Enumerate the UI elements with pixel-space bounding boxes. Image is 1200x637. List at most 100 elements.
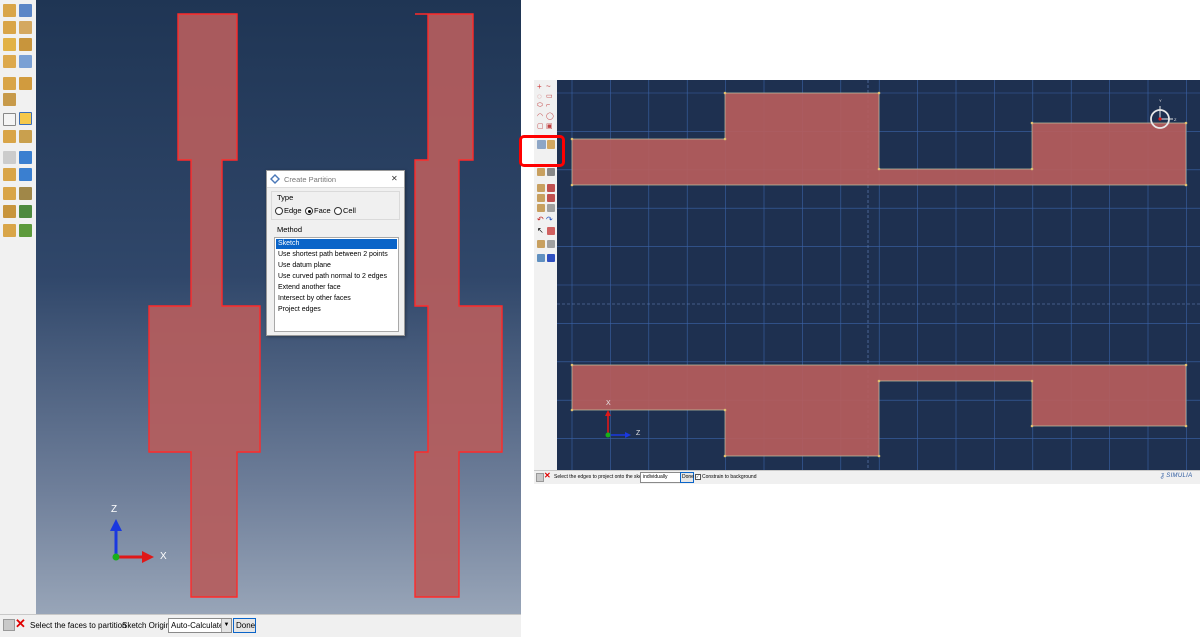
ds-logo-icon: ƺ	[1161, 473, 1165, 479]
done-button[interactable]: Done	[233, 618, 256, 633]
create-wire-icon[interactable]	[3, 38, 16, 51]
partition-cell-icon[interactable]	[3, 93, 16, 106]
sketch-manager-icon[interactable]	[547, 240, 555, 248]
sketch-done-label: Done	[682, 474, 694, 480]
left-part-face[interactable]	[148, 13, 261, 598]
parameter-icon[interactable]	[537, 204, 545, 212]
create-solid-icon[interactable]	[3, 21, 16, 34]
isolated-point-icon[interactable]: +	[537, 82, 542, 91]
face-radio[interactable]	[305, 207, 313, 215]
arc-icon[interactable]: ◌	[537, 92, 542, 101]
method-label: Method	[277, 225, 303, 234]
view-y-label: Y	[1159, 98, 1162, 103]
abaqus-logo-icon	[270, 174, 280, 184]
datum-csys-icon[interactable]	[3, 151, 16, 164]
fillet-icon[interactable]: ◠	[537, 112, 543, 120]
ellipse-icon[interactable]: ⬭	[537, 102, 543, 110]
sketch-canvas	[557, 80, 1200, 470]
method-item-extend-face[interactable]: Extend another face	[276, 283, 397, 293]
edge-radio-label[interactable]: Edge	[284, 206, 302, 215]
text-icon[interactable]: ▣	[546, 122, 553, 130]
sketch-options-icon[interactable]	[547, 204, 555, 212]
method-item-intersect-faces[interactable]: Intersect by other faces	[276, 294, 397, 304]
edit-feature-icon[interactable]	[3, 205, 16, 218]
sketch-viewport[interactable]: X Z Y Z	[557, 80, 1200, 470]
left-axis-triad	[110, 519, 154, 563]
dimension-icon[interactable]	[537, 168, 545, 176]
bottom-sketch-profile[interactable]	[571, 364, 1187, 457]
method-item-datum-plane[interactable]: Use datum plane	[276, 261, 397, 271]
constraint-icon[interactable]	[537, 184, 545, 192]
axis-triad-icon[interactable]	[19, 168, 32, 181]
line-icon[interactable]: ⌐	[546, 102, 550, 109]
partition-edge-icon[interactable]	[3, 77, 16, 90]
method-item-sketch[interactable]: Sketch	[276, 239, 397, 249]
constrain-checkbox[interactable]: ✓	[695, 474, 701, 480]
cancel-icon[interactable]: ✕	[15, 616, 26, 632]
geometry-edit-icon[interactable]	[19, 224, 32, 237]
mirror-icon[interactable]	[19, 55, 32, 68]
attachment-points-icon[interactable]	[19, 187, 32, 200]
partition-face-icon[interactable]	[19, 77, 32, 90]
method-item-curved-path[interactable]: Use curved path normal to 2 edges	[276, 272, 397, 282]
highlight-annotation-box	[519, 135, 565, 167]
sketch-origin-select[interactable]: Auto-Calculate ▼	[168, 618, 232, 633]
sketch-origin-label: Sketch Origin:	[122, 621, 173, 630]
edge-radio[interactable]	[275, 207, 283, 215]
method-list[interactable]: Sketch Use shortest path between 2 point…	[274, 237, 399, 332]
cell-radio-label[interactable]: Cell	[343, 206, 356, 215]
close-icon[interactable]: ✕	[391, 174, 398, 183]
simulia-brand-text: SIMULIA	[1166, 473, 1193, 479]
datum-active-icon[interactable]	[19, 112, 32, 125]
circle-icon[interactable]: ◯	[546, 112, 554, 120]
z-axis-label: Z	[111, 504, 118, 515]
delete-icon[interactable]	[547, 227, 555, 235]
split-icon[interactable]	[547, 194, 555, 202]
chevron-down-icon[interactable]: ▼	[221, 619, 231, 632]
spline-icon[interactable]: ~	[546, 82, 551, 91]
auto-trim-icon[interactable]	[547, 184, 555, 192]
part-manager-icon[interactable]	[19, 4, 32, 17]
sketch-prompt-area: ✕ Select the edges to project onto the s…	[534, 470, 1200, 484]
type-label: Type	[277, 193, 294, 202]
datum-csys-axis-icon[interactable]	[19, 151, 32, 164]
sketch-cancel-icon[interactable]: ✕	[544, 471, 551, 480]
left-prompt-area: ✕ Select the faces to partition Sketch O…	[0, 614, 521, 637]
repair-icon[interactable]	[3, 224, 16, 237]
face-radio-label[interactable]: Face	[314, 206, 331, 215]
datum-point-icon[interactable]	[3, 130, 16, 143]
right-part-face[interactable]	[414, 13, 503, 598]
create-round-icon[interactable]	[3, 55, 16, 68]
cell-radio[interactable]	[334, 207, 342, 215]
grid-icon[interactable]	[547, 168, 555, 176]
list-icon[interactable]	[537, 254, 545, 262]
method-item-project-edges[interactable]: Project edges	[276, 305, 397, 315]
method-item-shortest-path[interactable]: Use shortest path between 2 points	[276, 250, 397, 260]
axis-point-icon[interactable]	[3, 168, 16, 181]
select-datum-icon[interactable]	[3, 113, 16, 126]
selection-mode-select[interactable]: individually	[640, 472, 684, 483]
create-cut-icon[interactable]	[19, 38, 32, 51]
back-arrow-icon[interactable]	[3, 619, 15, 631]
sketch-back-arrow-icon[interactable]	[536, 473, 544, 482]
create-part-icon[interactable]	[3, 4, 16, 17]
datum-axis-icon[interactable]	[19, 130, 32, 143]
create-shell-icon[interactable]	[19, 21, 32, 34]
dialog-title-bar[interactable]: Create Partition ✕	[267, 171, 404, 188]
rectangle-icon[interactable]: ▭	[546, 92, 553, 100]
offset-icon[interactable]: ▢	[537, 122, 544, 130]
table-grid-icon[interactable]	[547, 254, 555, 262]
selection-mode-value: individually	[643, 474, 668, 480]
attachment-icon[interactable]	[3, 187, 16, 200]
sketch-done-button[interactable]: Done	[680, 472, 694, 483]
sketch-prompt-text: Select the edges to project onto the ske…	[554, 474, 649, 480]
redo-icon[interactable]: ↷	[546, 215, 553, 224]
edit-dimension-icon[interactable]	[537, 194, 545, 202]
select-arrow-icon[interactable]: ↖	[537, 226, 544, 235]
save-sketch-icon[interactable]	[537, 240, 545, 248]
query-tools-icon[interactable]	[19, 205, 32, 218]
sketch-origin-value: Auto-Calculate	[171, 621, 224, 630]
top-sketch-profile[interactable]	[571, 92, 1187, 186]
sketch-axis-triad	[605, 410, 631, 438]
undo-icon[interactable]: ↶	[537, 215, 544, 224]
